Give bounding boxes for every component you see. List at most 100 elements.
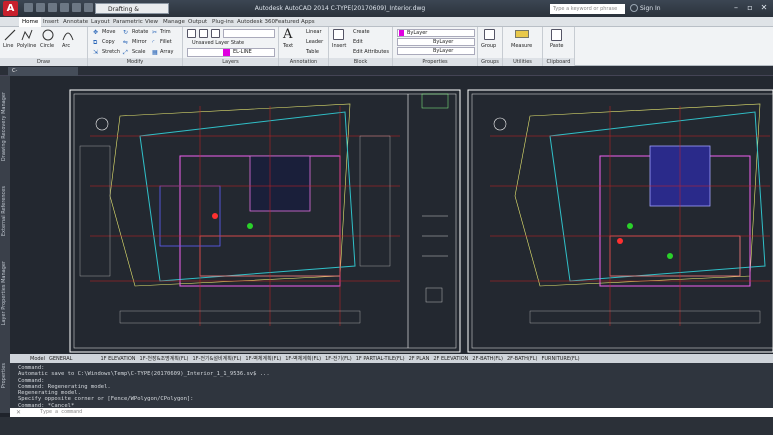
edit-block-button[interactable]: Edit — [353, 39, 363, 45]
layout-tab[interactable]: 1F-벽체계획(FL) — [243, 355, 283, 363]
block-panel: Insert Create Edit Edit Attributes Block — [329, 27, 393, 66]
rotate-icon: ↻ — [123, 29, 129, 36]
copy-icon: ⧉ — [93, 39, 98, 46]
edit-attributes-button[interactable]: Edit Attributes — [353, 49, 389, 55]
tab-annotate[interactable]: Annotate — [60, 17, 91, 27]
insert-icon[interactable] — [333, 29, 344, 40]
groups-panel-title[interactable]: Groups — [478, 58, 502, 66]
saveas-icon[interactable] — [60, 3, 69, 12]
minimize-icon[interactable]: – — [730, 2, 742, 14]
tab-output[interactable]: Output — [185, 17, 210, 27]
copy-button[interactable]: Copy — [102, 39, 115, 45]
tab-layout[interactable]: Layout — [88, 17, 113, 27]
drawing-viewport[interactable] — [10, 76, 773, 354]
layers-panel-title[interactable]: Layers — [183, 58, 278, 66]
layout-tab[interactable]: Model — [28, 355, 47, 363]
layout-tab[interactable]: GENERAL — [47, 355, 74, 363]
tab-parametric[interactable]: Parametric — [110, 17, 146, 27]
search-icon[interactable] — [630, 4, 638, 12]
layout-tab[interactable]: 2F-BATH(FL) — [470, 355, 505, 363]
measure-icon[interactable] — [515, 30, 529, 38]
stretch-button[interactable]: Stretch — [102, 49, 120, 55]
paste-label: Paste — [550, 43, 564, 49]
layout-tab[interactable]: 2F-BATH(FL) — [505, 355, 540, 363]
clipboard-panel-title[interactable]: Clipboard — [543, 58, 574, 66]
draw-panel-title[interactable]: Draw — [0, 58, 87, 66]
properties-tab[interactable]: Properties — [1, 363, 7, 388]
layer-on-icon[interactable] — [199, 29, 208, 38]
save-icon[interactable] — [48, 3, 57, 12]
block-panel-title[interactable]: Block — [329, 58, 392, 66]
mirror-icon: ⇋ — [123, 39, 129, 46]
search-input[interactable]: Type a keyword or phrase — [550, 4, 625, 14]
arc-icon[interactable] — [62, 29, 74, 41]
modify-panel: Move Rotate Trim Copy Mirror Fillet Stre… — [88, 27, 183, 66]
layout-tab[interactable]: FURNITURE(FL) — [539, 355, 581, 363]
layer-state-select[interactable] — [223, 29, 275, 38]
command-close-icon[interactable]: ✕ — [16, 409, 21, 416]
drawing-canvas — [69, 89, 773, 353]
array-button[interactable]: Array — [160, 49, 173, 55]
command-input[interactable]: Type a command — [10, 408, 773, 417]
current-layer-select[interactable] — [187, 48, 275, 57]
layout-tab[interactable]: 1F-천장&조명계획(FL) — [138, 355, 191, 363]
layout-tab[interactable]: 1F-벽체계획(FL) — [283, 355, 323, 363]
layout-tab[interactable]: 2F ELEVATION — [431, 355, 470, 363]
move-button[interactable]: Move — [102, 29, 115, 35]
insert-label: Insert — [332, 43, 347, 49]
external-references-tab[interactable]: External References — [1, 186, 7, 236]
stretch-icon: ⇲ — [93, 49, 99, 56]
circle-icon[interactable] — [42, 29, 54, 41]
trim-icon: ✂ — [152, 29, 158, 36]
redo-icon[interactable] — [84, 3, 93, 12]
workspace-select[interactable]: Drafting & Annotation — [95, 3, 169, 24]
scale-button[interactable]: Scale — [132, 49, 145, 55]
layer-properties-tab[interactable]: Layer Properties Manager — [1, 261, 7, 325]
open-icon[interactable] — [36, 3, 45, 12]
utilities-panel: Measure Utilities — [503, 27, 543, 66]
tab-home[interactable]: Home — [19, 17, 42, 27]
create-block-button[interactable]: Create — [353, 29, 370, 35]
close-icon[interactable]: ✕ — [758, 2, 770, 14]
drawing-recovery-tab[interactable]: Drawing Recovery Manager — [1, 92, 7, 161]
polyline-icon[interactable] — [21, 29, 33, 41]
modify-panel-title[interactable]: Modify — [88, 58, 182, 66]
tab-view[interactable]: View — [142, 17, 161, 27]
tab-featured-apps[interactable]: Featured Apps — [272, 17, 318, 27]
maximize-icon[interactable]: ▫ — [744, 2, 756, 14]
properties-panel-title[interactable]: Properties — [393, 58, 477, 66]
layout-tab[interactable]: 2F PLAN — [407, 355, 432, 363]
leader-button[interactable]: Leader — [306, 39, 323, 45]
utilities-panel-title[interactable]: Utilities — [503, 58, 542, 66]
undo-icon[interactable] — [72, 3, 81, 12]
group-label: Group — [481, 43, 497, 49]
layout-tab[interactable]: 1F-전기&설비계획(FL) — [190, 355, 243, 363]
current-layer-label: EL-LINE — [233, 49, 252, 55]
table-button[interactable]: Table — [306, 49, 319, 55]
scale-icon: ⤢ — [123, 49, 128, 56]
tab-insert[interactable]: Insert — [40, 17, 62, 27]
fillet-button[interactable]: Fillet — [160, 39, 172, 45]
layout-tab[interactable]: 1F ELEVATION — [98, 355, 137, 363]
new-icon[interactable] — [24, 3, 33, 12]
layout-tab[interactable]: 1F PARTIAL-TILE(FL) — [354, 355, 407, 363]
text-icon[interactable]: A — [283, 27, 292, 42]
sign-in-link[interactable]: Sign In — [640, 3, 661, 14]
group-icon[interactable] — [484, 29, 495, 40]
tab-plugins[interactable]: Plug-ins — [209, 17, 237, 27]
mirror-button[interactable]: Mirror — [132, 39, 147, 45]
annotation-panel-title[interactable]: Annotation — [279, 58, 328, 66]
layer-freeze-icon[interactable] — [211, 29, 220, 38]
fillet-icon: ◜ — [152, 39, 155, 46]
application-menu-icon[interactable]: A — [3, 1, 18, 16]
paste-icon[interactable] — [551, 29, 562, 41]
rotate-button[interactable]: Rotate — [132, 29, 148, 35]
layout-tab[interactable]: 1F-전기(FL) — [323, 355, 354, 363]
tab-manage[interactable]: Manage — [160, 17, 188, 27]
document-tab[interactable]: C-TYPE(20170609)_Interior* — [8, 67, 78, 83]
linear-button[interactable]: Linear — [306, 29, 322, 35]
line-icon[interactable] — [4, 29, 16, 41]
trim-button[interactable]: Trim — [160, 29, 171, 35]
layer-color-swatch — [223, 49, 230, 56]
layer-properties-icon[interactable] — [187, 29, 196, 38]
